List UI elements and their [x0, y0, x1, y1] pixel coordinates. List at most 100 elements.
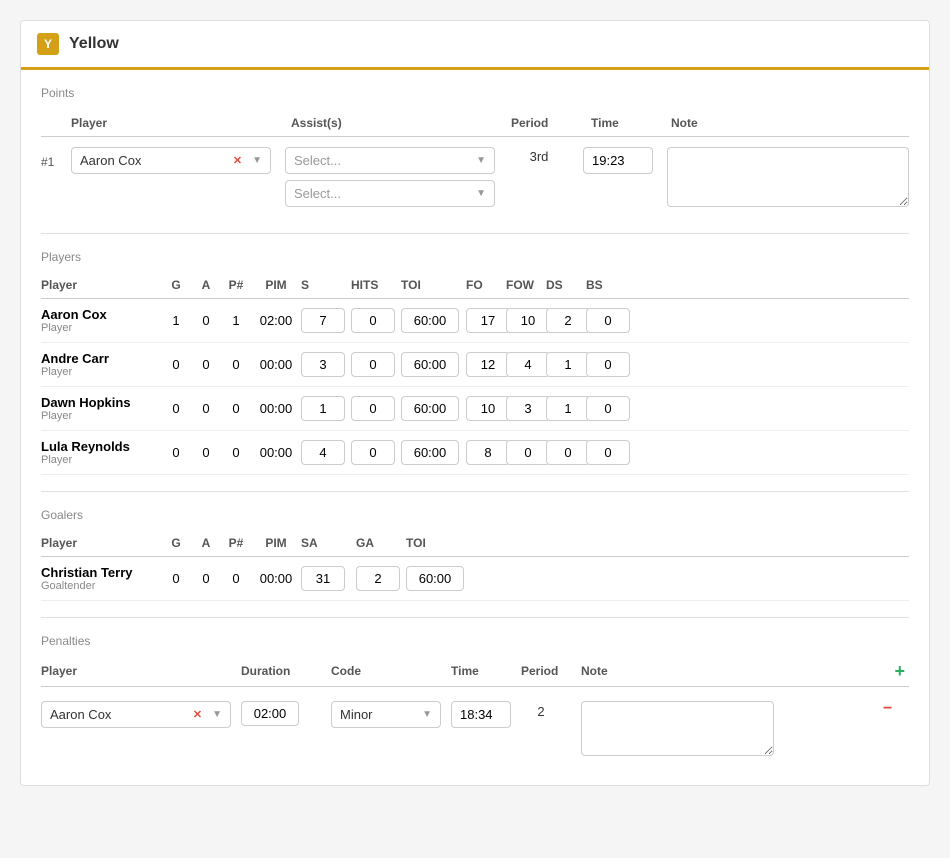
stat-bs-wrap [586, 308, 626, 333]
stat-ds-wrap [546, 308, 586, 333]
stat-fo-input[interactable] [466, 308, 510, 333]
stat-fo-input[interactable] [466, 396, 510, 421]
ph-fow: FOW [506, 278, 546, 292]
gh-pim: PIM [251, 536, 301, 550]
goalers-col-headers: Player G A P# PIM SA GA TOI [41, 532, 909, 557]
player-select[interactable]: Aaron Cox ✕ ▼ [71, 147, 271, 174]
pen-note-textarea[interactable] [581, 701, 774, 756]
note-textarea[interactable] [667, 147, 909, 207]
stat-toi-input[interactable] [401, 440, 459, 465]
penalties-rows-container: Aaron Cox ✕ ▼ Minor ▼ 2 − [41, 687, 909, 769]
pen-duration-input[interactable] [241, 701, 299, 726]
gh-a: A [191, 536, 221, 550]
stat-ds-input[interactable] [546, 352, 590, 377]
stat-fow-input[interactable] [506, 396, 550, 421]
chevron-down-icon: ▼ [212, 709, 222, 720]
goaler-toi-wrap [406, 566, 471, 591]
player-row: Aaron Cox Player 1 0 1 02:00 [41, 299, 909, 343]
penalties-section: Penalties Player Duration Code Time Peri… [21, 618, 929, 785]
stat-g: 1 [161, 313, 191, 328]
period-display: 3rd [509, 147, 569, 164]
player-row: Dawn Hopkins Player 0 0 0 00:00 [41, 387, 909, 431]
ph-g: G [161, 278, 191, 292]
stat-ds-wrap [546, 352, 586, 377]
clear-player-icon[interactable]: ✕ [233, 154, 242, 167]
points-label: Points [41, 86, 909, 100]
pen-period-wrap: 2 [521, 697, 581, 719]
stat-bs-input[interactable] [586, 396, 630, 421]
stat-s-input[interactable] [301, 440, 345, 465]
stat-s-input[interactable] [301, 396, 345, 421]
stat-hits-wrap [351, 352, 401, 377]
stat-s-input[interactable] [301, 352, 345, 377]
gh-pp: P# [221, 536, 251, 550]
stat-fow-input[interactable] [506, 308, 550, 333]
remove-penalty-button[interactable]: − [879, 692, 896, 717]
stat-hits-input[interactable] [351, 396, 395, 421]
pen-code-select[interactable]: Minor ▼ [331, 701, 441, 728]
card-title: Yellow [69, 35, 119, 53]
stat-toi-input[interactable] [401, 396, 459, 421]
stat-toi-input[interactable] [401, 308, 459, 333]
stat-hits-input[interactable] [351, 440, 395, 465]
clear-pen-player-icon[interactable]: ✕ [193, 708, 202, 721]
assist1-placeholder: Select... [294, 153, 341, 168]
player-name: Dawn Hopkins [41, 395, 161, 410]
players-col-headers: Player G A P# PIM S HITS TOI FO FOW DS B… [41, 274, 909, 299]
stat-toi-wrap [401, 308, 466, 333]
row-number: #1 [41, 147, 71, 169]
ph-s: S [301, 278, 351, 292]
stat-s-wrap [301, 352, 351, 377]
time-input[interactable] [583, 147, 653, 174]
points-header-assists: Assist(s) [291, 116, 511, 130]
goalers-label: Goalers [41, 508, 909, 522]
stat-fo-wrap [466, 352, 506, 377]
stat-s-wrap [301, 396, 351, 421]
stat-fo-wrap [466, 440, 506, 465]
stat-toi-input[interactable] [401, 352, 459, 377]
stat-hits-input[interactable] [351, 352, 395, 377]
stat-fo-input[interactable] [466, 440, 510, 465]
goaler-ga-input[interactable] [356, 566, 400, 591]
goaler-toi-input[interactable] [406, 566, 464, 591]
points-header-player: Player [71, 116, 291, 130]
stat-fow-input[interactable] [506, 440, 550, 465]
assist2-select[interactable]: Select... ▼ [285, 180, 495, 207]
stat-ds-input[interactable] [546, 308, 590, 333]
goaler-sa-input[interactable] [301, 566, 345, 591]
assist1-select[interactable]: Select... ▼ [285, 147, 495, 174]
stat-hits-input[interactable] [351, 308, 395, 333]
player-name: Aaron Cox [41, 307, 161, 322]
stat-bs-input[interactable] [586, 352, 630, 377]
add-penalty-button[interactable]: + [890, 661, 909, 681]
pen-h-period: Period [521, 664, 581, 678]
main-card: Y Yellow Points Player Assist(s) Period … [20, 20, 930, 786]
stat-ds-input[interactable] [546, 440, 590, 465]
stat-p: 0 [221, 357, 251, 372]
goalers-section: Goalers Player G A P# PIM SA GA TOI Chri… [21, 492, 929, 617]
stat-bs-input[interactable] [586, 308, 630, 333]
stat-fow-wrap [506, 308, 546, 333]
stat-fo-input[interactable] [466, 352, 510, 377]
stat-p: 1 [221, 313, 251, 328]
stat-ds-input[interactable] [546, 396, 590, 421]
pen-h-code: Code [331, 664, 451, 678]
gh-player: Player [41, 536, 161, 550]
player-name-block: Andre Carr Player [41, 351, 161, 378]
stat-s-input[interactable] [301, 308, 345, 333]
pen-player-select[interactable]: Aaron Cox ✕ ▼ [41, 701, 231, 728]
stat-pim: 00:00 [251, 445, 301, 460]
assist2-placeholder: Select... [294, 186, 341, 201]
stat-pim: 02:00 [251, 313, 301, 328]
stat-fow-input[interactable] [506, 352, 550, 377]
players-section: Players Player G A P# PIM S HITS TOI FO … [21, 234, 929, 491]
player-role: Player [41, 454, 161, 466]
player-role: Player [41, 366, 161, 378]
ph-ds: DS [546, 278, 586, 292]
stat-a: 0 [191, 401, 221, 416]
ph-bs: BS [586, 278, 626, 292]
goaler-row: Christian Terry Goaltender 0 0 0 00:00 [41, 557, 909, 601]
pen-note-wrap [581, 697, 879, 759]
stat-bs-input[interactable] [586, 440, 630, 465]
pen-time-input[interactable] [451, 701, 511, 728]
